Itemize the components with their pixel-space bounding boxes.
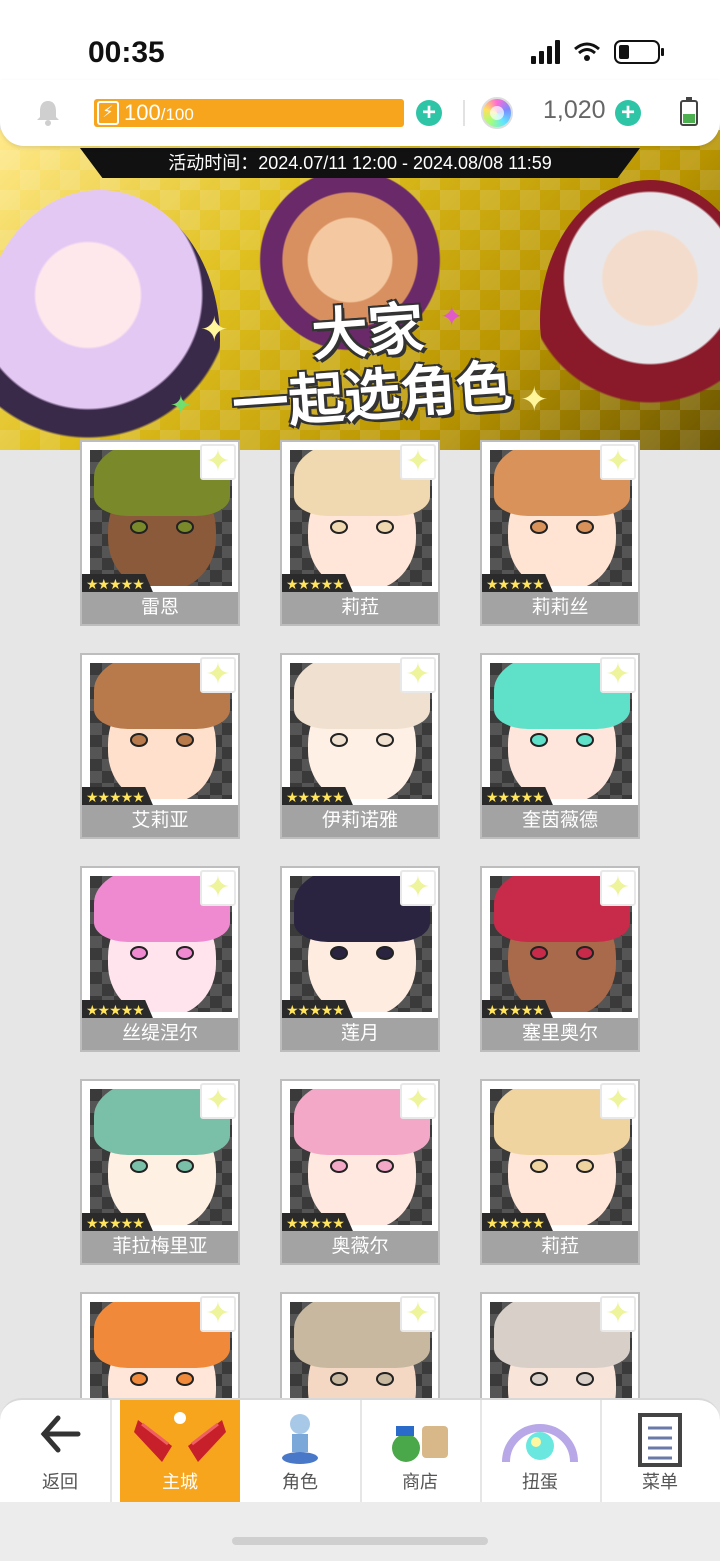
energy-bar: ⚡ 100/100 [94, 99, 404, 127]
status-bar: 00:35 [0, 0, 720, 80]
battery-icon [614, 40, 664, 64]
sparkle-badge-icon: ✦ [600, 444, 636, 480]
event-banner[interactable]: 活动时间：2024.07/11 12:00 - 2024.08/08 11:59… [0, 130, 720, 450]
character-name: 伊莉诺雅 [282, 805, 438, 837]
character-name: 莉菈 [282, 592, 438, 624]
nav-shop[interactable]: 商店 [360, 1400, 480, 1504]
star-rating: ★★★★★ [482, 1000, 554, 1020]
character-card[interactable]: ✦ ★★★★★ 奥薇尔 [280, 1079, 440, 1265]
banner-title: 大家 一起选角色 [230, 296, 515, 437]
character-card[interactable]: ✦ ★★★★★ 雷恩 [80, 440, 240, 626]
character-name: 奎茵薇德 [482, 805, 638, 837]
star-rating: ★★★★★ [482, 1213, 554, 1233]
gem-count: 1,020 [543, 96, 606, 124]
character-card[interactable]: ✦ ★★★★★ 莉菈 [280, 440, 440, 626]
star-rating: ★★★★★ [82, 1213, 154, 1233]
character-card[interactable]: ✦ ★★★★★ 塞里奥尔 [480, 866, 640, 1052]
sparkle-badge-icon: ✦ [600, 1296, 636, 1332]
sparkle-badge-icon: ✦ [200, 870, 236, 906]
back-button[interactable]: 返回 [0, 1400, 120, 1504]
nav-main-city[interactable]: 主城 [120, 1400, 240, 1504]
sparkle-icon: ✦ [170, 390, 192, 420]
resource-bar: ⚡ 100/100 + 1,020 + [0, 80, 720, 146]
character-name: 奥薇尔 [282, 1231, 438, 1263]
character-name: 艾莉亚 [82, 805, 238, 837]
sparkle-badge-icon: ✦ [200, 1083, 236, 1119]
nav-gacha[interactable]: 扭蛋 [480, 1400, 600, 1504]
star-rating: ★★★★★ [282, 787, 354, 807]
sparkle-badge-icon: ✦ [600, 657, 636, 693]
character-name: 菲拉梅里亚 [82, 1231, 238, 1263]
character-card[interactable]: ✦ ★★★★★ 莉莉丝 [480, 440, 640, 626]
star-rating: ★★★★★ [82, 1000, 154, 1020]
energy-current: 100 [124, 100, 161, 125]
character-name: 丝缇涅尔 [82, 1018, 238, 1050]
bell-icon[interactable] [34, 98, 62, 126]
character-card[interactable]: ✦ ★★★★★ 丝缇涅尔 [80, 866, 240, 1052]
character-card[interactable]: ✦ ★★★★★ 伊莉诺雅 [280, 653, 440, 839]
add-energy-button[interactable]: + [416, 100, 442, 126]
star-rating: ★★★★★ [82, 574, 154, 594]
divider [463, 100, 465, 126]
star-rating: ★★★★★ [282, 1213, 354, 1233]
event-time-label: 活动时间：2024.07/11 12:00 - 2024.08/08 11:59 [80, 148, 640, 178]
sparkle-badge-icon: ✦ [200, 657, 236, 693]
star-rating: ★★★★★ [282, 574, 354, 594]
cell-signal-icon [531, 40, 560, 64]
menu-label: 菜单 [642, 1472, 678, 1492]
sparkle-badge-icon: ✦ [200, 444, 236, 480]
energy-max: /100 [160, 105, 194, 124]
bottom-nav: 返回 主城 角色 商店 扭蛋 菜单 [0, 1398, 720, 1504]
add-gems-button[interactable]: + [615, 100, 641, 126]
star-rating: ★★★★★ [482, 574, 554, 594]
character-name: 莉莉丝 [482, 592, 638, 624]
gacha-label: 扭蛋 [522, 1472, 558, 1492]
nav-menu[interactable]: 菜单 [600, 1400, 720, 1504]
star-rating: ★★★★★ [282, 1000, 354, 1020]
characters-label: 角色 [282, 1472, 318, 1492]
main-city-label: 主城 [162, 1472, 198, 1492]
sparkle-badge-icon: ✦ [400, 870, 436, 906]
sparkle-badge-icon: ✦ [400, 444, 436, 480]
lightning-icon: ⚡ [97, 101, 119, 125]
device-battery-icon [680, 97, 698, 126]
character-name: 塞里奥尔 [482, 1018, 638, 1050]
sparkle-icon: ✦ [440, 301, 464, 332]
sparkle-badge-icon: ✦ [400, 657, 436, 693]
home-indicator[interactable] [232, 1537, 488, 1545]
star-rating: ★★★★★ [482, 787, 554, 807]
character-card[interactable]: ✦ ★★★★★ 莉菈 [480, 1079, 640, 1265]
character-name: 莉菈 [482, 1231, 638, 1263]
character-card[interactable]: ✦ ★★★★★ 艾莉亚 [80, 653, 240, 839]
sparkle-badge-icon: ✦ [600, 870, 636, 906]
sparkle-badge-icon: ✦ [200, 1296, 236, 1332]
sparkle-badge-icon: ✦ [600, 1083, 636, 1119]
star-rating: ★★★★★ [82, 787, 154, 807]
character-card[interactable]: ✦ ★★★★★ 莲月 [280, 866, 440, 1052]
character-name: 雷恩 [82, 592, 238, 624]
character-card[interactable]: ✦ ★★★★★ 菲拉梅里亚 [80, 1079, 240, 1265]
sparkle-badge-icon: ✦ [400, 1296, 436, 1332]
nav-characters[interactable]: 角色 [240, 1400, 360, 1504]
character-grid: ✦ ★★★★★ 雷恩 ✦ ★★★★★ 莉菈 ✦ ★★★★★ 莉莉丝 ✦ ★★★★… [80, 440, 640, 1478]
sparkle-icon: ✦ [200, 311, 229, 349]
sparkle-badge-icon: ✦ [400, 1083, 436, 1119]
wifi-icon [574, 42, 600, 62]
sparkle-icon: ✦ [520, 381, 549, 419]
character-name: 莲月 [282, 1018, 438, 1050]
shop-label: 商店 [402, 1472, 438, 1492]
character-card[interactable]: ✦ ★★★★★ 奎茵薇德 [480, 653, 640, 839]
back-label: 返回 [42, 1472, 78, 1492]
arrow-left-icon [38, 1412, 82, 1468]
gem-icon [481, 97, 513, 129]
clock: 00:35 [88, 36, 165, 69]
